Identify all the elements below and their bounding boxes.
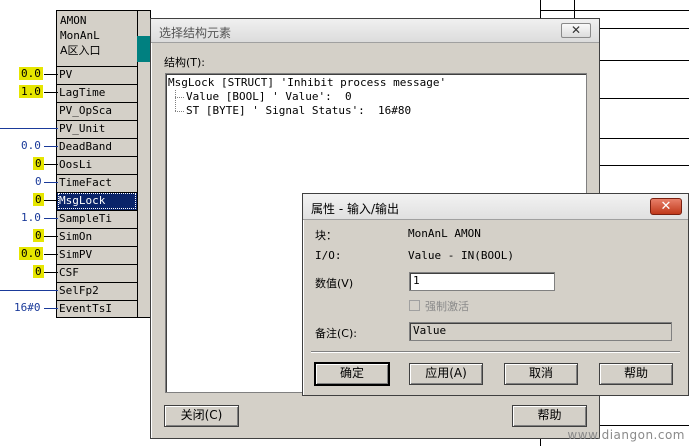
block-pin-pv-opsca[interactable]: PV_OpSca [57,102,137,120]
block-output-highlight [137,36,151,62]
dialog-title: 选择结构元素 [159,26,232,40]
pin-wire [44,200,58,201]
pin-wire [44,164,58,165]
force-activate-checkbox[interactable] [409,300,420,311]
pin-connection: 0.0 [0,138,58,154]
block-pin-msglock[interactable]: MsgLock [57,192,137,210]
grid-line [600,165,689,166]
value-input[interactable]: 1 [409,272,555,291]
structure-label: 结构(T): [164,56,206,69]
pin-connection: 0 [0,174,58,190]
block-pin-oosli[interactable]: OosLi [57,156,137,174]
grid-line [600,28,689,29]
block-header: AMON MonAnL A区入口 [57,11,137,66]
pin-connection [0,282,58,298]
block-pin-pv-unit[interactable]: PV_Unit [57,120,137,138]
pin-connection: 1.0 [0,84,58,100]
io-label: I/O: [315,249,342,262]
pin-wire [44,74,58,75]
pin-connection: 0.0 [0,246,58,262]
pin-connection: 0 [0,228,58,244]
help-button[interactable]: 帮助 [599,363,673,385]
block-pin-list: PV LagTime PV_OpSca PV_Unit DeadBand OosLi Tim… [57,66,137,318]
close-button[interactable]: 关闭(C) [164,405,239,427]
tree-root-item[interactable]: MsgLock [STRUCT] 'Inhibit process messag… [168,76,446,89]
pin-connection [0,120,58,136]
grid-line [540,10,689,11]
block-pin-sampleti[interactable]: SampleTi [57,210,137,228]
pin-value[interactable]: 0.0 [19,139,43,152]
pin-connection: 1.0 [0,210,58,226]
dialog-titlebar: 属性 - 输入/输出 ✕ [303,194,688,220]
force-activate-label: 强制激活 [425,300,469,313]
pin-connection: 16#0 [0,300,58,316]
comment-label: 备注(C): [315,327,357,340]
pin-value[interactable]: 0 [33,157,44,170]
properties-dialog: 属性 - 输入/输出 ✕ 块： MonAnL AMON I/O: Value -… [302,193,689,396]
pin-connection: 0 [0,192,58,208]
amon-block[interactable]: AMON MonAnL A区入口 PV LagTime PV_OpSca PV_Uni… [56,10,138,318]
grid-line [600,98,689,99]
block-label: 块： [315,229,337,242]
pin-wire [44,308,58,309]
grid-line [600,138,689,139]
pin-value[interactable]: 0.0 [19,67,43,80]
pin-value[interactable]: 1.0 [19,211,43,224]
pin-wire [0,290,58,291]
pin-wire [44,182,58,183]
block-pin-simpv[interactable]: SimPV [57,246,137,264]
divider [311,351,680,353]
pin-wire [44,92,58,93]
tree-connector [175,111,184,112]
tree-connector [175,97,184,98]
block-pin-lagtime[interactable]: LagTime [57,84,137,102]
pin-value[interactable]: 0.0 [19,247,43,260]
dialog-title: 属性 - 输入/输出 [311,202,400,216]
block-pin-simon[interactable]: SimOn [57,228,137,246]
pin-value[interactable]: 0 [33,175,44,188]
pin-value[interactable]: 16#0 [12,301,43,314]
pin-wire [0,128,58,129]
value-label: 数值(V) [315,277,354,290]
pin-wire [44,236,58,237]
pin-connection: 0 [0,156,58,172]
pin-connection: 0.0 [0,66,58,82]
pin-wire [44,146,58,147]
block-pin-selfp2[interactable]: SelFp2 [57,282,137,300]
block-value: MonAnL AMON [408,227,481,240]
pin-value[interactable]: 1.0 [19,85,43,98]
apply-button[interactable]: 应用(A) [409,363,483,385]
close-icon[interactable]: ✕ [561,23,591,38]
pin-value[interactable]: 0 [33,229,44,242]
ok-button[interactable]: 确定 [315,363,389,385]
close-icon[interactable]: ✕ [650,198,682,215]
comment-field[interactable]: Value [409,322,672,341]
pin-wire [44,272,58,273]
block-pin-timefact[interactable]: TimeFact [57,174,137,192]
tree-child-item[interactable]: Value [BOOL] ' Value': 0 [186,90,352,103]
grid-line [600,60,689,61]
pin-value[interactable]: 0 [33,265,44,278]
help-button[interactable]: 帮助 [512,405,587,427]
cancel-button[interactable]: 取消 [504,363,578,385]
block-subtitle: A区入口 [60,44,101,57]
pin-value[interactable]: 0 [33,193,44,206]
tree-child-item[interactable]: ST [BYTE] ' Signal Status': 16#80 [186,104,411,117]
block-pin-csf[interactable]: CSF [57,264,137,282]
pin-wire [44,218,58,219]
io-value: Value - IN(BOOL) [408,249,514,262]
tree-connector [175,90,176,111]
block-pin-pv[interactable]: PV [57,66,137,84]
block-pin-deadband[interactable]: DeadBand [57,138,137,156]
dialog-titlebar: 选择结构元素 ✕ [151,19,599,43]
block-pin-eventtsi[interactable]: EventTsI [57,300,137,318]
block-name: MonAnL [60,29,100,42]
block-type: AMON [60,14,87,27]
pin-connection [0,102,58,118]
pin-connection: 0 [0,264,58,280]
watermark: www.diangon.com [567,428,685,442]
pin-wire [44,254,58,255]
